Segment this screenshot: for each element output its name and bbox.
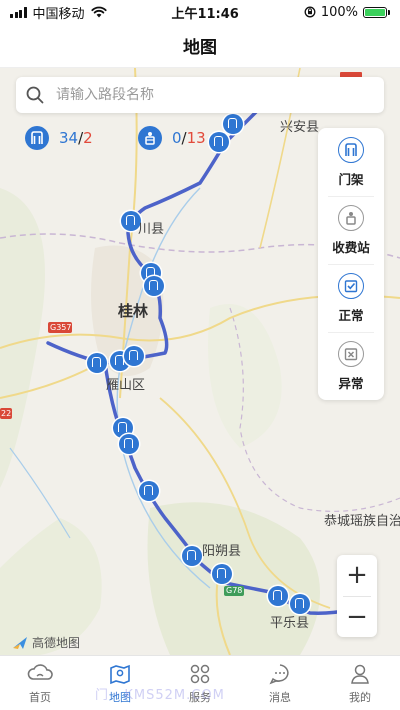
amap-logo-icon — [13, 636, 27, 649]
zoom-out-button[interactable]: − — [337, 597, 377, 637]
home-cloud-icon — [27, 664, 53, 680]
map-label-yangshuo: 阳朔县 — [202, 544, 242, 559]
tab-label: 服务 — [189, 691, 211, 704]
status-bar: 中国移动 上午11:46 100% — [0, 0, 400, 24]
search-bar[interactable] — [16, 77, 384, 113]
battery-percent: 100% — [320, 4, 358, 20]
abnormal-status-icon — [338, 340, 364, 367]
tab-services[interactable]: 服务 — [160, 656, 240, 710]
tab-label: 消息 — [269, 691, 291, 704]
toll-normal-count: 0 — [172, 129, 182, 147]
legend-abnormal-toggle[interactable]: 异常 — [318, 332, 384, 400]
zoom-controls: + − — [337, 555, 377, 637]
tab-home[interactable]: 首页 — [0, 656, 80, 710]
gantry-icon — [25, 126, 49, 150]
gantry-marker[interactable] — [182, 546, 202, 571]
road-label-22: 22 — [1, 409, 12, 418]
toll-station-icon — [338, 204, 364, 231]
map-label-guilin: 桂林 — [118, 302, 149, 320]
map-label-yanshan: 雁山区 — [106, 378, 146, 393]
toll-station-icon — [138, 126, 162, 150]
amap-logo-text: 高德地图 — [32, 636, 81, 650]
tab-label: 首页 — [29, 691, 51, 704]
search-input[interactable] — [56, 87, 356, 103]
page-title: 地图 — [183, 38, 217, 58]
map-view[interactable]: 兴安县 川县 桂林 雁山区 阳朔县 平乐县 恭城瑶族自治 G357 22 G78… — [0, 68, 400, 655]
amap-logo: 高德地图 — [12, 634, 80, 651]
gantry-counter: 34/2 — [25, 126, 93, 150]
gantry-marker[interactable] — [87, 353, 107, 378]
wifi-icon — [90, 6, 107, 18]
legend-gantry-toggle[interactable]: 门架 — [318, 128, 384, 196]
toll-abnormal-count: 13 — [186, 129, 206, 147]
legend-label: 门架 — [338, 171, 364, 187]
tab-bar: 首页 地图 服务 消息 我的 — [0, 655, 400, 710]
map-label-pingle: 平乐县 — [270, 616, 310, 631]
map-label-gongcheng: 恭城瑶族自治 — [324, 514, 400, 529]
tab-label: 我的 — [349, 691, 371, 704]
zoom-in-button[interactable]: + — [337, 555, 377, 595]
services-grid-icon — [190, 664, 210, 684]
legend-label: 正常 — [338, 307, 364, 323]
tab-map[interactable]: 地图 — [80, 656, 160, 710]
carrier-name: 中国移动 — [32, 6, 85, 22]
battery-icon — [362, 6, 390, 18]
tab-messages[interactable]: 消息 — [240, 656, 320, 710]
search-icon — [26, 86, 44, 104]
gantry-marker[interactable] — [139, 481, 159, 506]
profile-icon — [351, 664, 369, 684]
gantry-icon — [338, 136, 364, 163]
gantry-abnormal-count: 2 — [83, 129, 93, 147]
gantry-marker[interactable] — [144, 276, 164, 301]
cellular-signal-icon — [10, 6, 27, 18]
map-label-lingchuan: 川县 — [138, 222, 165, 237]
gantry-marker[interactable] — [124, 346, 144, 371]
message-icon — [269, 664, 289, 685]
legend-normal-toggle[interactable]: 正常 — [318, 264, 384, 332]
gantry-marker[interactable] — [268, 586, 288, 611]
orientation-lock-icon — [304, 6, 316, 18]
normal-status-icon — [338, 272, 364, 299]
toll-counter: 0/13 — [138, 126, 206, 150]
map-label-xingan: 兴安县 — [280, 120, 320, 135]
gantry-marker[interactable] — [209, 132, 229, 157]
gantry-normal-count: 34 — [59, 129, 79, 147]
tab-profile[interactable]: 我的 — [320, 656, 400, 710]
navigation-bar: 地图 — [0, 24, 400, 68]
layer-legend-panel: 门架 收费站 正常 异常 — [318, 128, 384, 400]
legend-toll-toggle[interactable]: 收费站 — [318, 196, 384, 264]
gantry-marker[interactable] — [119, 434, 139, 459]
road-label-g357: G357 — [50, 323, 72, 332]
tab-label: 地图 — [109, 691, 131, 704]
road-label-g78: G78 — [226, 586, 243, 595]
clock: 上午11:46 — [171, 6, 239, 22]
legend-label: 异常 — [338, 375, 364, 391]
map-icon — [110, 664, 130, 685]
legend-label: 收费站 — [332, 239, 370, 255]
